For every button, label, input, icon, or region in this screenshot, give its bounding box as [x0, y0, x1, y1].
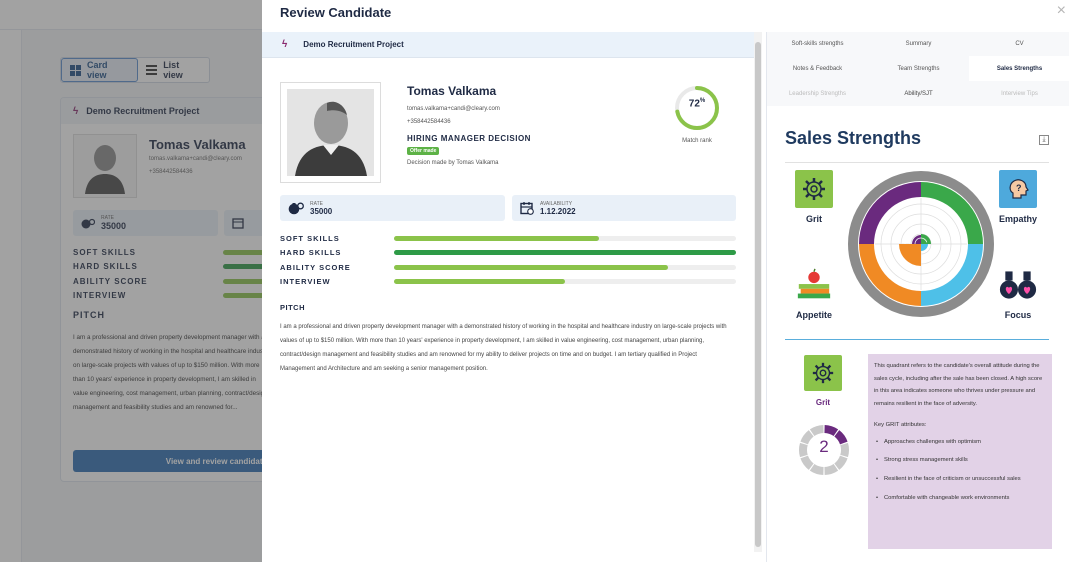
score-track	[394, 235, 736, 241]
project-name: Demo Recruitment Project	[303, 40, 404, 49]
trait-description-box: This quadrant refers to the candidate's …	[868, 354, 1052, 549]
score-fill	[394, 235, 600, 241]
modal-backdrop[interactable]	[0, 0, 262, 562]
tab-ability-sjt[interactable]: Ability/SJT	[868, 81, 969, 106]
rate-box: RATE 35000	[280, 195, 505, 221]
score-fill	[394, 250, 736, 256]
review-candidate-modal: Review Candidate × ϟ Demo Recruitment Pr…	[262, 0, 1069, 562]
availability-box: AVAILABILITY 1.12.2022	[512, 195, 736, 221]
score-donut-segment	[834, 455, 848, 470]
grit-gear-icon	[795, 170, 833, 208]
key-attributes-list: Approaches challenges with optimism Stron…	[874, 436, 1046, 505]
key-attribute-item: Approaches challenges with optimism	[874, 436, 1046, 449]
selected-trait-label: Grit	[815, 398, 831, 407]
match-rank-number: 72	[688, 98, 700, 110]
tab-leadership-strengths[interactable]: Leadership Strengths	[767, 81, 868, 106]
tab-cv[interactable]: CV	[969, 32, 1069, 56]
trait-description: This quadrant refers to the candidate's …	[874, 363, 1043, 408]
tab-interview-tips[interactable]: Interview Tips	[969, 81, 1069, 106]
tab-notes-feedback[interactable]: Notes & Feedback	[767, 56, 868, 81]
selected-trait-gear-icon	[804, 355, 842, 391]
availability-label: AVAILABILITY	[540, 200, 573, 207]
score-track	[394, 264, 736, 270]
trait-label-empathy: Empathy	[998, 214, 1037, 224]
close-icon[interactable]: ×	[1057, 3, 1066, 19]
score-row: SOFT SKILLS	[280, 231, 736, 246]
key-attribute-item: Comfortable with changeable work environ…	[874, 492, 1046, 505]
trait-label-focus: Focus	[1004, 310, 1032, 320]
tab-team-strengths[interactable]: Team Strengths	[868, 56, 969, 81]
score-row: HARD SKILLS	[280, 246, 736, 261]
key-attribute-item: Resilient in the face of criticism or un…	[874, 473, 1046, 486]
tab-sales-strengths[interactable]: Sales Strengths	[969, 56, 1069, 81]
score-donut-segment	[800, 455, 814, 470]
panel-tabs: Soft-skills strengths Summary CV Notes & Fe…	[767, 32, 1069, 106]
calendar-icon	[520, 201, 534, 215]
score-fill	[394, 279, 565, 285]
trait-label-grit: Grit	[805, 214, 822, 224]
focus-binoculars-icon	[999, 266, 1037, 304]
score-track	[394, 250, 736, 256]
tab-summary[interactable]: Summary	[868, 32, 969, 56]
score-label: ABILITY SCORE	[280, 262, 351, 272]
divider	[785, 162, 1049, 163]
availability-value: 1.12.2022	[540, 206, 576, 216]
svg-text:?: ?	[1016, 183, 1022, 193]
project-bar: ϟ Demo Recruitment Project	[262, 32, 754, 58]
score-label: INTERVIEW	[280, 277, 331, 287]
score-row: INTERVIEW	[280, 275, 736, 290]
match-rank-value: 72%	[673, 98, 721, 109]
decision-made-by: Decision made by Tomas Valkama	[407, 160, 499, 166]
match-rank-unit: %	[699, 98, 706, 104]
trait-label-appetite: Appetite	[796, 310, 832, 320]
score-bars: SOFT SKILLS HARD SKILLS ABILITY SCORE INTER…	[280, 231, 736, 289]
money-bag-icon	[288, 201, 304, 215]
empathy-head-icon: ?	[999, 170, 1037, 208]
candidate-photo	[280, 82, 381, 183]
tab-soft-skills-strengths[interactable]: Soft-skills strengths	[767, 32, 868, 56]
sales-strengths-wheel	[848, 171, 994, 317]
selected-trait-score: 2	[819, 437, 829, 456]
score-label: SOFT SKILLS	[280, 233, 340, 243]
offer-made-badge: Offer made	[407, 147, 440, 155]
key-attributes-heading: Key GRIT attributes:	[874, 421, 927, 428]
score-track	[394, 279, 736, 285]
candidate-phone: +358442584436	[407, 119, 451, 125]
score-row: ABILITY SCORE	[280, 260, 736, 275]
score-fill	[394, 264, 668, 270]
modal-title: Review Candidate	[280, 5, 392, 20]
download-icon[interactable]: ⤓	[1039, 135, 1049, 145]
appetite-books-apple-icon	[795, 266, 833, 304]
divider	[785, 339, 1049, 340]
hiring-manager-decision-heading: HIRING MANAGER DECISION	[407, 134, 531, 143]
scrollbar[interactable]	[754, 32, 762, 552]
rate-value: 35000	[310, 206, 333, 216]
key-attribute-item: Strong stress management skills	[874, 454, 1046, 467]
pitch-text: I am a professional and driven property …	[280, 324, 727, 372]
background-page: Card view List view ϟ Demo Recruitment P…	[0, 0, 262, 562]
match-rank-label: Match rank	[682, 138, 712, 144]
candidate-email[interactable]: tomas.valkama+candi@cleary.com	[407, 106, 500, 112]
strengths-panel: Soft-skills strengths Summary CV Notes & Fe…	[766, 32, 1069, 562]
score-label: HARD SKILLS	[280, 248, 342, 258]
project-logo-icon: ϟ	[282, 39, 288, 50]
pitch-heading: PITCH	[280, 303, 305, 312]
scrollbar-thumb[interactable]	[755, 42, 761, 547]
sales-strengths-title: Sales Strengths	[785, 128, 922, 148]
candidate-name: Tomas Valkama	[407, 84, 497, 98]
